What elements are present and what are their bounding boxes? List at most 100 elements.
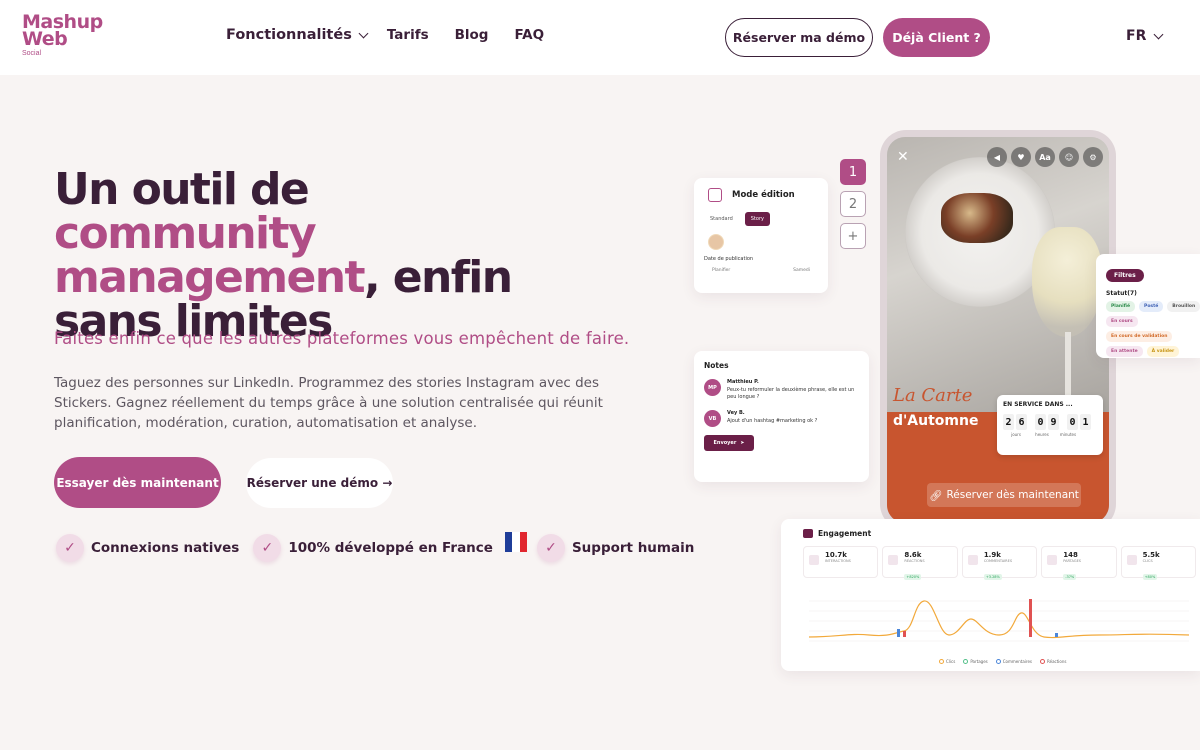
note-message: VB Vey B. Ajout d'un hashtag #marketing …: [704, 410, 859, 427]
legend-item[interactable]: Clics: [939, 659, 955, 664]
story-title-line2: d'Automne: [893, 413, 979, 429]
close-icon[interactable]: ✕: [897, 149, 909, 165]
story-slide-2[interactable]: 2: [840, 191, 866, 217]
legend-item[interactable]: Partages: [963, 659, 988, 664]
hero-description: Taguez des personnes sur LinkedIn. Progr…: [54, 375, 603, 431]
mute-icon[interactable]: ◀: [987, 147, 1007, 167]
logo-line-2: Web: [22, 28, 68, 50]
engagement-stat: 5.5k CLICS +80%: [1120, 546, 1197, 580]
feature-label: Support humain: [571, 540, 695, 556]
book-demo-link-button[interactable]: Réserver une démo →: [246, 458, 393, 508]
link-icon: 🔗︎: [929, 489, 943, 502]
heart-icon[interactable]: ♥: [1011, 147, 1031, 167]
stat-icon: [888, 555, 899, 565]
story-slide-1[interactable]: 1: [840, 159, 866, 185]
chart-bar: [903, 631, 906, 637]
chevron-down-icon: [358, 28, 369, 38]
story-title-line1: La Carte: [893, 385, 973, 406]
stat-value: 1.9k: [983, 551, 1001, 559]
stat-trend: -37%: [1063, 574, 1077, 580]
phone-mockup: ✕ ◀ ♥ Aa ☺ ⚙ La Carte d'Automne EN SERVI…: [880, 130, 1116, 530]
engagement-stats: 10.7k INTERACTIONS 8.6k RÉACTIONS +820% 1.9k C…: [803, 546, 1200, 580]
engagement-line-chart: [808, 599, 1190, 642]
status-tag[interactable]: À valider: [1146, 346, 1180, 357]
add-slide-icon[interactable]: +: [840, 223, 866, 249]
date-left-value[interactable]: Planifier: [712, 268, 730, 273]
feature-label: Connexions natives: [91, 540, 240, 556]
language-selector[interactable]: FR: [1126, 28, 1164, 44]
countdown-digit: 0: [1067, 414, 1078, 430]
check-icon: ✓: [536, 534, 565, 562]
status-tag[interactable]: Planifié: [1106, 301, 1136, 312]
date-right-value[interactable]: Samedi: [793, 268, 810, 273]
site-header: Mashup Web Social Fonctionnalités Tarifs…: [0, 0, 1200, 75]
mashup-web-logo[interactable]: Mashup Web Social: [22, 13, 122, 62]
sticker-icon[interactable]: ☺: [1059, 147, 1079, 167]
countdown-unit: minutes: [1059, 432, 1077, 437]
stat-label: CLICS: [1142, 559, 1153, 563]
dish-image: [941, 193, 1013, 243]
existing-client-button[interactable]: Déjà Client ?: [883, 18, 990, 57]
legend-item[interactable]: Réactions: [1040, 659, 1066, 664]
feature-item: ✓ 100% développé en France: [253, 534, 493, 562]
status-tag[interactable]: Posté: [1139, 301, 1164, 312]
status-tag[interactable]: En attente: [1106, 346, 1143, 357]
stat-icon: [967, 555, 978, 565]
countdown-digit: 0: [1035, 414, 1046, 430]
legend-item[interactable]: Commentaires: [995, 659, 1033, 664]
logo-sub: Social: [22, 50, 42, 57]
notes-title: Notes: [704, 361, 729, 370]
hero-subtitle: Faites enfin ce que les autres plateform…: [54, 329, 630, 348]
stat-trend: +80%: [1142, 574, 1158, 580]
check-icon: ✓: [56, 534, 84, 562]
engagement-stat: 1.9k COMMENTAIRES +3.28%: [961, 546, 1038, 580]
status-filter-label: Statut(7): [1106, 290, 1137, 297]
stat-label: RÉACTIONS: [904, 559, 925, 563]
edit-mode-title: Mode édition: [732, 190, 795, 200]
main-nav: Fonctionnalités Tarifs Blog FAQ: [226, 27, 570, 43]
series-line-clics: [808, 600, 1190, 639]
nav-faq[interactable]: FAQ: [514, 27, 544, 43]
status-tag[interactable]: Brouillon: [1167, 301, 1200, 312]
text-icon[interactable]: Aa: [1035, 147, 1055, 167]
legend-dot: [963, 659, 969, 664]
nav-blog[interactable]: Blog: [455, 27, 489, 43]
stat-value: 10.7k: [825, 551, 847, 559]
countdown-unit: jours: [1011, 432, 1021, 437]
filters-chip[interactable]: Filtres: [1106, 269, 1144, 282]
avatar: MP: [704, 379, 721, 396]
publication-date-label: Date de publication: [704, 256, 754, 262]
stat-value: 8.6k: [904, 551, 922, 559]
stat-label: INTERACTIONS: [825, 559, 851, 563]
nav-fonctionnalites[interactable]: Fonctionnalités: [226, 27, 369, 43]
stat-icon: [809, 555, 819, 565]
story-link-button[interactable]: 🔗︎ Réserver dès maintenant: [927, 483, 1081, 507]
countdown-digit: 9: [1048, 414, 1059, 430]
tab-story[interactable]: Story: [744, 212, 770, 226]
legend-label: Commentaires: [1002, 659, 1033, 664]
thumbs-up-icon: [803, 529, 813, 538]
countdown-title: EN SERVICE DANS ...: [1003, 401, 1073, 408]
status-tag[interactable]: En cours de validation: [1106, 331, 1173, 342]
send-note-button[interactable]: Envoyer ➤: [704, 435, 754, 451]
nav-tarifs[interactable]: Tarifs: [387, 27, 429, 43]
food-photo: [887, 137, 1109, 412]
stat-label: PARTAGES: [1063, 559, 1082, 563]
calendar-icon: [708, 188, 722, 202]
tab-standard[interactable]: Standard: [704, 212, 739, 226]
status-tag[interactable]: En cours: [1106, 316, 1138, 327]
legend-label: Réactions: [1047, 659, 1067, 664]
filters-card: Filtres Statut(7) Planifié Posté Brouillon…: [1096, 254, 1200, 358]
engagement-card: Engagement 10.7k INTERACTIONS 8.6k RÉACTION…: [781, 519, 1200, 671]
try-now-button[interactable]: Essayer dès maintenant: [54, 457, 221, 508]
avatar: VB: [704, 410, 721, 427]
feature-item: ✓ Connexions natives: [56, 534, 239, 562]
book-demo-button[interactable]: Réserver ma démo: [725, 18, 873, 57]
avatar: [708, 234, 724, 250]
countdown-digit: 1: [1080, 414, 1091, 430]
stat-icon: [1126, 555, 1137, 565]
countdown-sticker[interactable]: EN SERVICE DANS ... 2 6 0 9 0 1 jours he…: [997, 395, 1103, 455]
legend-dot: [995, 659, 1001, 664]
chart-legend: Clics Partages Commentaires Réactions: [939, 659, 1074, 664]
settings-icon[interactable]: ⚙: [1083, 147, 1103, 167]
